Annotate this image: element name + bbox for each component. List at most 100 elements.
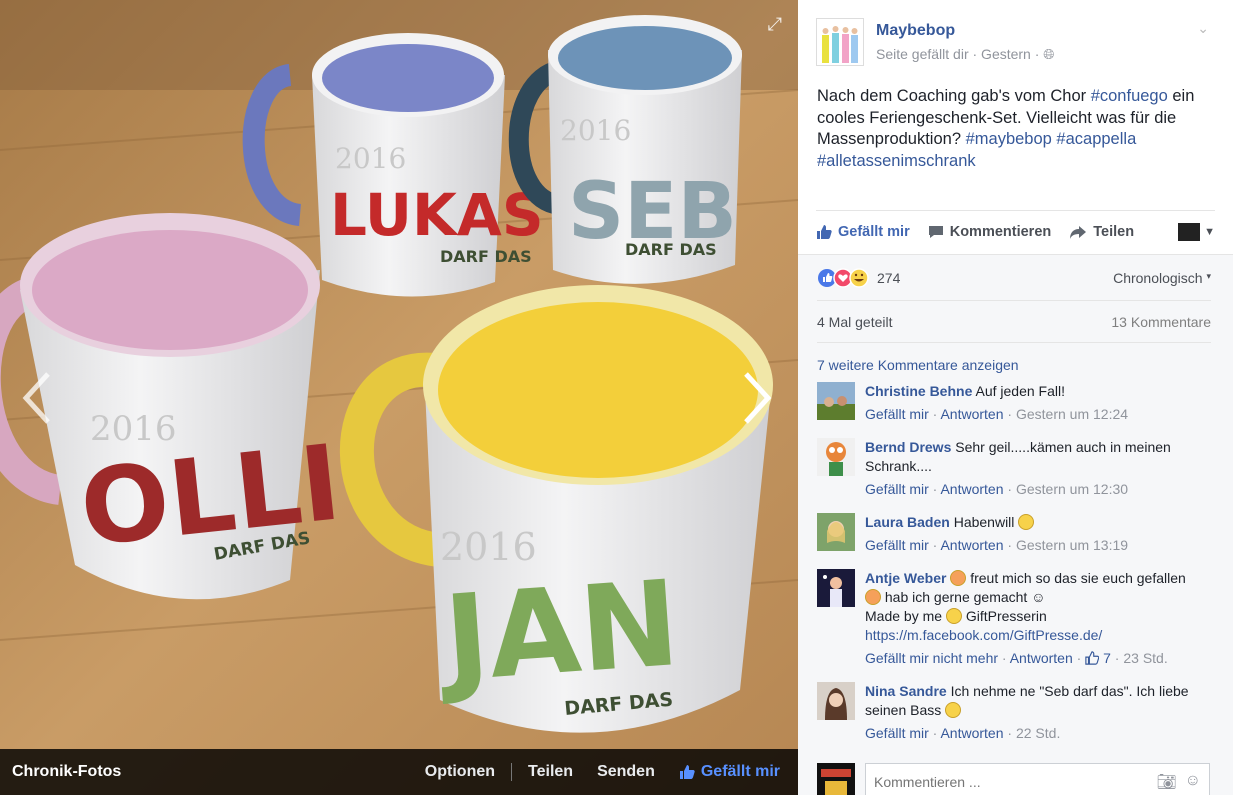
comment-reply-button[interactable]: Antworten xyxy=(1010,650,1073,666)
seb-mug-year: 2016 xyxy=(560,114,631,147)
like-button-label: Gefällt mir xyxy=(700,763,780,780)
olli-mug-year: 2016 xyxy=(90,409,177,449)
comment-input-box[interactable]: 📷︎ ☺ xyxy=(865,763,1210,795)
comment-link[interactable]: https://m.facebook.com/GiftPresse.de/ xyxy=(865,627,1102,643)
comment-like-button[interactable]: Gefällt mir xyxy=(865,537,929,553)
lukas-mug-tagline: DARF DAS xyxy=(440,247,532,266)
comment-text: hab ich gerne gemacht ☺ xyxy=(884,589,1046,605)
comment-reply-button[interactable]: Antworten xyxy=(940,481,1003,497)
next-photo-icon[interactable] xyxy=(736,368,776,428)
post-text-start: Nach dem Coaching gab's vom Chor xyxy=(817,87,1091,105)
heart-eyes-emoji-icon xyxy=(865,589,881,605)
comment-time[interactable]: Gestern um 12:24 xyxy=(1016,406,1128,422)
comment-reply-button[interactable]: Antworten xyxy=(940,406,1003,422)
grinning-emoji-icon xyxy=(945,608,962,624)
post-actions: Gefällt mir Kommentieren Teilen ▼ xyxy=(816,210,1215,248)
comment-text: GiftPresserin xyxy=(965,608,1047,624)
comment-reply-button[interactable]: Antworten xyxy=(940,537,1003,553)
commenter-avatar[interactable] xyxy=(817,382,855,420)
fullscreen-icon[interactable]: ⤢ xyxy=(768,14,782,35)
shares-row: 4 Mal geteilt 13 Kommentare xyxy=(817,301,1211,343)
comment: Antje Weber freut mich so das sie euch g… xyxy=(817,569,1211,668)
comment-order-dropdown[interactable]: Chronologisch ▾ xyxy=(1113,270,1211,286)
post-header: Maybebop Seite gefällt dir · Gestern · 🌐… xyxy=(798,0,1233,66)
post-share-button[interactable]: Teilen xyxy=(1069,224,1134,240)
heart-eyes-emoji-icon xyxy=(950,570,967,586)
commenter-avatar[interactable] xyxy=(817,438,855,476)
comment-author[interactable]: Laura Baden xyxy=(865,514,950,530)
comments-count: 13 Kommentare xyxy=(1111,313,1211,330)
comment-like-button[interactable]: Gefällt mir xyxy=(865,725,929,741)
shares-count[interactable]: 4 Mal geteilt xyxy=(817,314,892,330)
post-share-label: Teilen xyxy=(1093,223,1135,240)
options-button[interactable]: Optionen xyxy=(425,763,495,781)
comment-footer: Gefällt mir · Antworten · Gestern um 13:… xyxy=(865,537,1129,553)
jan-mug-label: JAN xyxy=(433,554,683,708)
comment-like-button[interactable]: Gefällt mir xyxy=(865,481,929,497)
band-photo-icon xyxy=(822,26,858,63)
comment-time[interactable]: 22 Std. xyxy=(1016,725,1060,741)
hashtag-acappella[interactable]: #acappella xyxy=(1056,130,1136,148)
comment-text: Auf jeden Fall! xyxy=(975,383,1065,399)
separator xyxy=(511,763,513,781)
post-comment-label: Kommentieren xyxy=(949,223,1052,240)
comments-section: 274 Chronologisch ▾ 4 Mal geteilt 13 Kom… xyxy=(798,254,1233,795)
more-comments-link[interactable]: 7 weitere Kommentare anzeigen xyxy=(817,357,1211,373)
like-button[interactable]: Gefällt mir xyxy=(679,763,780,781)
comment-author[interactable]: Nina Sandre xyxy=(865,683,947,699)
lukas-mug-label: LUKAS xyxy=(330,181,544,249)
comment: Laura Baden Habenwill Gefällt mir · Antw… xyxy=(817,513,1211,555)
commenter-avatar[interactable] xyxy=(817,569,855,607)
comment-likes[interactable]: 7 xyxy=(1085,650,1111,666)
caret-down-icon: ▼ xyxy=(1204,225,1215,238)
post-comment-button[interactable]: Kommentieren xyxy=(928,223,1052,240)
comment-time[interactable]: 23 Std. xyxy=(1123,650,1167,666)
globe-icon: 🌐︎ xyxy=(1043,46,1055,62)
actor-selector[interactable]: ▼ xyxy=(1178,222,1215,241)
reactions-count[interactable]: 274 xyxy=(877,270,900,286)
commenter-avatar[interactable] xyxy=(817,513,855,551)
comment-text: freut mich so das sie euch gefallen xyxy=(970,570,1186,586)
chevron-down-icon[interactable]: ⌄ xyxy=(1197,20,1209,37)
comment-footer: Gefällt mir nicht mehr · Antworten · 7 ·… xyxy=(865,650,1168,666)
reactions-bar: 274 Chronologisch ▾ xyxy=(817,255,1211,301)
comment-time[interactable]: Gestern um 12:30 xyxy=(1016,481,1128,497)
current-user-avatar xyxy=(817,763,855,795)
comment-reply-button[interactable]: Antworten xyxy=(940,725,1003,741)
comment-author[interactable]: Christine Behne xyxy=(865,383,972,399)
photo-bottom-bar: Chronik-Fotos Optionen Teilen Senden Gef… xyxy=(0,749,798,795)
comment-footer: Gefällt mir · Antworten · Gestern um 12:… xyxy=(865,481,1129,497)
page-avatar[interactable] xyxy=(816,18,864,66)
comment-like-button[interactable]: Gefällt mir xyxy=(865,406,929,422)
comment-time[interactable]: Gestern um 13:19 xyxy=(1016,537,1128,553)
lukas-mug-inner xyxy=(322,44,494,112)
post-like-button[interactable]: Gefällt mir xyxy=(816,224,910,240)
smiley-emoji-icon xyxy=(945,702,962,718)
comment-unlike-button[interactable]: Gefällt mir nicht mehr xyxy=(865,650,998,666)
emoji-icon[interactable]: ☺ xyxy=(1185,772,1201,792)
share-button[interactable]: Teilen xyxy=(528,763,573,781)
comment-author[interactable]: Antje Weber xyxy=(865,570,946,586)
comment-order-label: Chronologisch xyxy=(1113,269,1203,286)
actor-avatar xyxy=(1178,222,1201,241)
commenter-avatar[interactable] xyxy=(817,682,855,720)
comment-text: Made by me xyxy=(865,608,943,624)
hashtag-maybebop[interactable]: #maybebop xyxy=(966,130,1052,148)
jan-mug-inner xyxy=(438,302,758,478)
hashtag-alletassenimschrank[interactable]: #alletassenimschrank xyxy=(817,152,976,170)
reaction-icons[interactable] xyxy=(817,267,871,288)
page-name[interactable]: Maybebop xyxy=(876,22,1055,40)
post-text: Nach dem Coaching gab's vom Chor #confue… xyxy=(798,66,1233,172)
camera-icon[interactable]: 📷︎ xyxy=(1156,772,1176,792)
post-meta: Seite gefällt dir · Gestern · 🌐︎ xyxy=(876,46,1055,63)
comment-author[interactable]: Bernd Drews xyxy=(865,439,951,455)
comment-input[interactable] xyxy=(874,774,1157,790)
previous-photo-icon[interactable] xyxy=(18,368,58,428)
photo-viewer: LUKAS DARF DAS 2016 SEB DARF DAS 2016 OL… xyxy=(0,0,1233,795)
send-button[interactable]: Senden xyxy=(597,763,655,781)
post-meta-text: Seite gefällt dir · Gestern · xyxy=(876,46,1044,62)
jan-mug-year: 2016 xyxy=(440,525,537,569)
hashtag-confuego[interactable]: #confuego xyxy=(1091,87,1168,105)
comment-composer: 📷︎ ☺ xyxy=(817,763,1211,795)
photo-stage[interactable]: LUKAS DARF DAS 2016 SEB DARF DAS 2016 OL… xyxy=(0,0,798,795)
